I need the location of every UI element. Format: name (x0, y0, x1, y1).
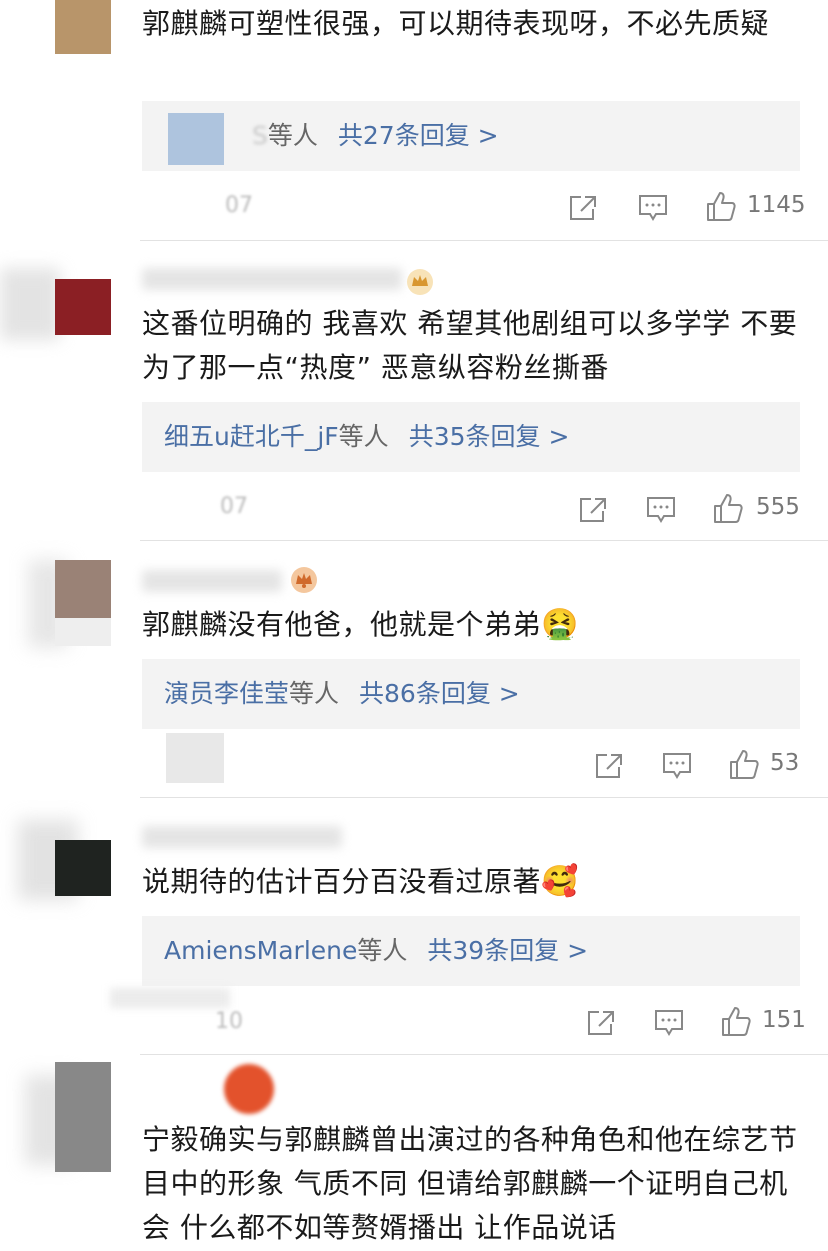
comment-icon[interactable] (654, 1009, 684, 1037)
reply-text: 细五u赶北千_jF等人 共35条回复 > (164, 402, 569, 472)
blurred-block (110, 988, 230, 1008)
reply-names[interactable]: 演员李佳莹 (164, 679, 289, 708)
comment-icon[interactable] (662, 752, 692, 780)
crown-badge-blur (224, 1064, 274, 1114)
comment-text: 郭麒麟可塑性很强，可以期待表现呀，不必先质疑 (142, 7, 770, 40)
smiling-hearts-emoji-icon: 🥰 (541, 864, 579, 899)
comment-body: 郭麒麟没有他爸，他就是个弟弟 (142, 608, 542, 641)
comment-icon[interactable] (646, 496, 676, 524)
thumbs-up-icon[interactable] (728, 748, 760, 780)
thumbs-up-icon[interactable] (712, 492, 744, 524)
action-bar: 53 (594, 746, 808, 786)
like-count: 1145 (747, 192, 806, 218)
avatar-blur-halo (0, 268, 60, 340)
divider (140, 797, 828, 798)
avatar[interactable] (55, 1062, 111, 1172)
reply-text: 演员李佳莹等人 共86条回复 > (164, 659, 520, 729)
reply-count-link[interactable]: 共35条回复 > (409, 422, 570, 451)
reply-count-link[interactable]: 共86条回复 > (359, 679, 520, 708)
like-count: 151 (762, 1007, 806, 1033)
divider (140, 240, 828, 241)
reply-avatar-blur (168, 113, 224, 165)
share-icon[interactable] (568, 194, 598, 222)
reply-summary[interactable]: AmiensMarlene等人 共39条回复 > (142, 916, 800, 986)
comment-icon[interactable] (638, 194, 668, 222)
share-icon[interactable] (594, 752, 624, 780)
comment-text: 这番位明确的 我喜欢 希望其他剧组可以多学学 不要为了那一点“热度” 恶意纵容粉… (142, 307, 798, 384)
reply-names[interactable]: 细五u赶北千_jF (164, 422, 339, 451)
comment-date: 07 (220, 494, 248, 519)
crown-badge-icon (407, 269, 433, 295)
username-blur[interactable] (142, 826, 342, 848)
share-icon[interactable] (586, 1009, 616, 1037)
reply-summary[interactable]: 细五u赶北千_jF等人 共35条回复 > (142, 402, 800, 472)
share-icon[interactable] (578, 496, 608, 524)
avatar[interactable] (55, 279, 111, 335)
avatar[interactable] (55, 0, 111, 54)
avatar-lower (55, 618, 111, 646)
avatar[interactable] (55, 840, 111, 896)
blurred-block (166, 733, 224, 783)
comment-body: 说期待的估计百分百没看过原著 (142, 865, 542, 898)
comment-date: 07 (225, 193, 253, 218)
reply-text: AmiensMarlene等人 共39条回复 > (164, 916, 588, 986)
comment-text: 郭麒麟没有他爸，他就是个弟弟🤮 (142, 603, 792, 647)
reply-count-link[interactable]: 共27条回复 > (338, 121, 499, 150)
thumbs-up-icon[interactable] (705, 190, 737, 222)
action-bar: 555 (578, 490, 808, 530)
like-count: 53 (770, 750, 800, 776)
avatar[interactable] (55, 560, 111, 618)
comment-text: 说期待的估计百分百没看过原著🥰 (142, 860, 792, 904)
reply-summary[interactable]: 演员李佳莹等人 共86条回复 > (142, 659, 800, 729)
reply-etc: 等人 (267, 121, 318, 150)
action-bar: 151 (586, 1003, 808, 1043)
comment-date: 10 (215, 1009, 243, 1034)
reply-summary[interactable]: S等人 共27条回复 > (142, 101, 800, 171)
reply-etc: 等人 (289, 679, 340, 708)
username-blur[interactable] (142, 570, 282, 592)
reply-etc: 等人 (338, 422, 389, 451)
reply-text: S等人 共27条回复 > (252, 101, 499, 171)
reply-names[interactable]: AmiensMarlene (164, 936, 357, 965)
comment-text: 宁毅确实与郭麒麟曾出演过的各种角色和他在综艺节目中的形象 气质不同 但请给郭麒麟… (142, 1123, 798, 1244)
crown-badge-icon (291, 567, 317, 593)
username-blur[interactable] (142, 268, 402, 290)
reply-etc: 等人 (357, 936, 408, 965)
reply-names[interactable]: S (252, 121, 268, 150)
divider (140, 1054, 828, 1055)
thumbs-up-icon[interactable] (720, 1005, 752, 1037)
vomit-emoji-icon: 🤮 (541, 607, 579, 642)
action-bar: 1145 (568, 188, 808, 228)
reply-count-link[interactable]: 共39条回复 > (427, 936, 588, 965)
like-count: 555 (756, 494, 800, 520)
divider (140, 540, 828, 541)
